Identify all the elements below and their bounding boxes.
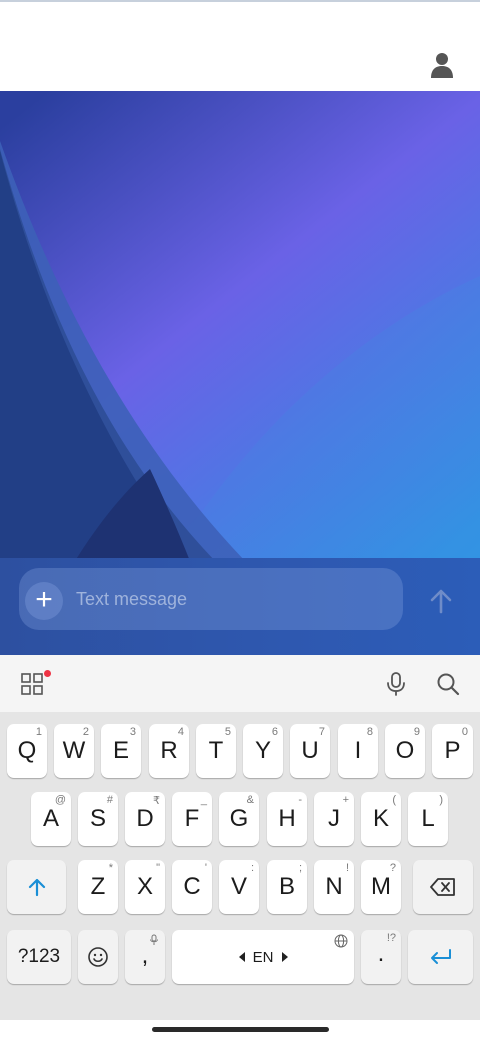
- globe-icon: [334, 934, 348, 948]
- message-input[interactable]: + Text message: [19, 568, 403, 630]
- navigation-bar: [0, 1020, 480, 1040]
- key-label: D: [136, 805, 154, 832]
- period-key[interactable]: !? .: [361, 930, 401, 984]
- key-label: M: [371, 873, 391, 900]
- key-d[interactable]: ₹ D: [125, 792, 165, 846]
- key-u[interactable]: 7U: [290, 724, 330, 778]
- key-l[interactable]: ) L: [408, 792, 448, 846]
- key-label: V: [230, 873, 247, 900]
- key-g[interactable]: & G: [219, 792, 259, 846]
- notification-dot: [44, 670, 51, 677]
- shift-arrow-icon: [28, 878, 45, 897]
- key-label: K: [372, 805, 389, 832]
- enter-arrow-icon: [430, 949, 451, 964]
- space-key[interactable]: EN: [172, 930, 354, 984]
- key-z[interactable]: * Z: [78, 860, 118, 914]
- key-label: P: [444, 737, 461, 764]
- key-label: J: [328, 805, 340, 832]
- key-label: G: [229, 805, 249, 832]
- key-label: E: [112, 737, 129, 764]
- key-j[interactable]: + J: [314, 792, 354, 846]
- enter-key[interactable]: [408, 930, 473, 984]
- key-f[interactable]: _ F: [172, 792, 212, 846]
- shift-key[interactable]: [7, 860, 66, 914]
- key-e[interactable]: 3E: [101, 724, 141, 778]
- key-r[interactable]: 4R: [149, 724, 189, 778]
- arrow-up-icon[interactable]: [426, 586, 456, 616]
- key-w[interactable]: 2W: [54, 724, 94, 778]
- message-placeholder: Text message: [76, 589, 188, 609]
- key-b[interactable]: ; B: [267, 860, 307, 914]
- key-m[interactable]: ? M: [361, 860, 401, 914]
- search-icon[interactable]: [435, 671, 461, 697]
- key-t[interactable]: 5T: [196, 724, 236, 778]
- key-a[interactable]: @ A: [31, 792, 71, 846]
- key-label: W: [62, 737, 86, 764]
- key-c[interactable]: ' C: [172, 860, 212, 914]
- key-label: Z: [90, 873, 106, 900]
- grid-icon[interactable]: [20, 672, 44, 696]
- smiley-icon: [88, 947, 108, 967]
- key-label: B: [278, 873, 295, 900]
- emoji-key[interactable]: [78, 930, 118, 984]
- key-label: S: [89, 805, 106, 832]
- key-label: Q: [17, 737, 37, 764]
- backspace-key[interactable]: [413, 860, 473, 914]
- key-label: U: [301, 737, 319, 764]
- key-s[interactable]: # S: [78, 792, 118, 846]
- key-label: A: [42, 805, 59, 832]
- key-y[interactable]: 6Y: [243, 724, 283, 778]
- chat-wallpaper: [0, 91, 480, 561]
- key-n[interactable]: ! N: [314, 860, 354, 914]
- symbols-label: ?123: [17, 946, 61, 967]
- plus-icon[interactable]: +: [25, 582, 63, 620]
- key-label: F: [184, 805, 200, 832]
- key-h[interactable]: -H: [267, 792, 307, 846]
- conversation-header: [0, 2, 480, 91]
- key-label: O: [395, 737, 415, 764]
- key-i[interactable]: 8I: [338, 724, 378, 778]
- language-label: EN: [252, 949, 274, 966]
- key-label: I: [354, 737, 362, 764]
- key-o[interactable]: 9O: [385, 724, 425, 778]
- period-label: .: [377, 940, 385, 967]
- comma-key[interactable]: ,: [125, 930, 165, 984]
- backspace-icon: [430, 878, 455, 896]
- key-k[interactable]: (K: [361, 792, 401, 846]
- keyboard-toolbar: [0, 655, 480, 712]
- home-gesture-handle[interactable]: [152, 1027, 329, 1032]
- key-label: H: [278, 805, 296, 832]
- key-x[interactable]: " X: [125, 860, 165, 914]
- key-label: N: [325, 873, 343, 900]
- person-icon[interactable]: [430, 52, 454, 78]
- key-label: C: [183, 873, 201, 900]
- key-v[interactable]: :V: [219, 860, 259, 914]
- key-label: X: [136, 873, 153, 900]
- comma-label: ,: [141, 942, 149, 969]
- key-label: L: [421, 805, 435, 832]
- language-right-icon: [282, 952, 288, 962]
- symbols-key[interactable]: ?123: [7, 930, 71, 984]
- key-label: Y: [254, 737, 271, 764]
- key-label: R: [160, 737, 178, 764]
- key-p[interactable]: 0P: [432, 724, 473, 778]
- key-label: T: [208, 737, 224, 764]
- keyboard: 1Q 2W 3E 4R 5T 6Y 7U 8I 9O 0P @ A # S ₹ D _…: [0, 712, 480, 1020]
- key-q[interactable]: 1Q: [7, 724, 47, 778]
- mic-icon[interactable]: [384, 671, 408, 697]
- message-composer: + Text message: [0, 558, 480, 655]
